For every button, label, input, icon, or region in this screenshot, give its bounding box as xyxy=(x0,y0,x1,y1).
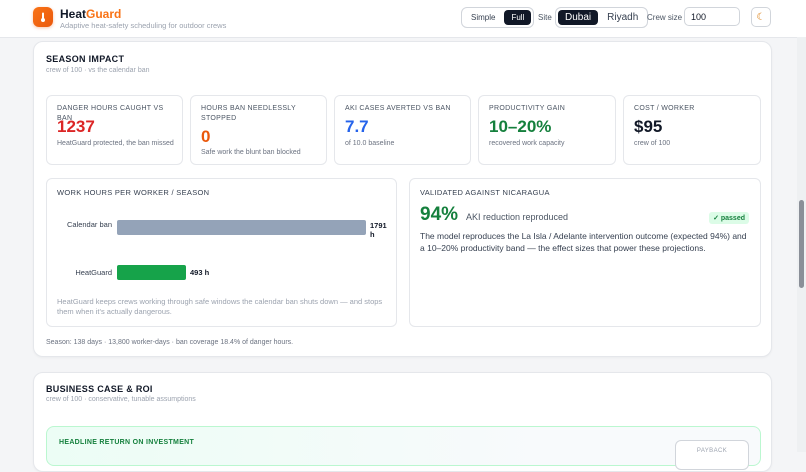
payback-label: PAYBACK xyxy=(696,448,728,454)
section-subtitle: crew of 100 · conservative, tunable assu… xyxy=(46,396,196,403)
crew-size-input[interactable] xyxy=(684,7,740,26)
kpi-note: HeatGuard protected, the ban missed xyxy=(57,140,174,147)
kpi-label: PRODUCTIVITY GAIN xyxy=(489,105,566,112)
kpi-label: COST / WORKER xyxy=(634,105,695,112)
kpi-value: 1237 xyxy=(57,117,95,136)
theme-toggle-button[interactable]: ☾ xyxy=(751,7,771,27)
bar-value-calendar-ban: 1791 h xyxy=(370,221,387,239)
aki-reduction-value: 94% xyxy=(420,204,459,225)
kpi-note: recovered work capacity xyxy=(489,140,565,147)
site-riyadh-option[interactable]: Riyadh xyxy=(600,10,645,25)
season-impact-section: SEASON IMPACT crew of 100 · vs the calen… xyxy=(33,41,772,357)
validation-panel: VALIDATED AGAINST NICARAGUA 94% AKI redu… xyxy=(409,178,761,327)
work-hours-panel: WORK HOURS PER WORKER / SEASON Calendar … xyxy=(46,178,397,327)
aki-reduction-label: AKI reduction reproduced xyxy=(466,212,569,222)
kpi-label: AKI CASES AVERTED VS BAN xyxy=(345,105,451,112)
headline-roi-label: HEADLINE RETURN ON INVESTMENT xyxy=(59,439,195,446)
logo xyxy=(33,7,53,27)
headline-roi-card: HEADLINE RETURN ON INVESTMENT PAYBACK xyxy=(46,426,761,470)
passed-badge: ✓ passed xyxy=(709,212,749,224)
site-label: Site xyxy=(538,13,552,22)
kpi-card-cost-per-worker: COST / WORKER $95 crew of 100 xyxy=(623,95,761,165)
bar-heatguard xyxy=(117,265,186,280)
kpi-value: $95 xyxy=(634,117,663,136)
business-case-section: BUSINESS CASE & ROI crew of 100 · conser… xyxy=(33,372,772,472)
panel-note: HeatGuard keeps crews working through sa… xyxy=(57,297,383,316)
kpi-card-aki-averted: AKI CASES AVERTED VS BAN 7.7 of 10.0 bas… xyxy=(334,95,471,165)
bar-label-heatguard: HeatGuard xyxy=(75,268,112,277)
bar-calendar-ban xyxy=(117,220,366,235)
mode-full-option[interactable]: Full xyxy=(504,10,532,25)
kpi-value: 0 xyxy=(201,127,211,146)
crew-size-label: Crew size xyxy=(647,13,683,22)
section-subtitle: crew of 100 · vs the calendar ban xyxy=(46,67,150,74)
site-dubai-option[interactable]: Dubai xyxy=(558,10,599,25)
kpi-value: 7.7 xyxy=(345,117,369,136)
payback-card: PAYBACK xyxy=(675,440,749,470)
mode-simple-option[interactable]: Simple xyxy=(464,10,502,25)
panel-title: WORK HOURS PER WORKER / SEASON xyxy=(57,188,210,197)
moon-icon: ☾ xyxy=(756,11,766,23)
kpi-value: 10–20% xyxy=(489,117,552,136)
kpi-label: HOURS BAN NEEDLESSLY STOPPED xyxy=(201,105,296,122)
season-footnote: Season: 138 days · 13,800 worker-days · … xyxy=(46,339,294,346)
scrollbar-thumb[interactable] xyxy=(799,200,804,288)
kpi-note: crew of 100 xyxy=(634,140,671,147)
thermometer-icon xyxy=(41,12,45,22)
bar-value-heatguard: 493 h xyxy=(190,268,210,277)
app-tagline: Adaptive heat-safety scheduling for outd… xyxy=(60,21,227,30)
site-toggle: Dubai Riyadh xyxy=(555,7,649,28)
kpi-card-hours-stopped: HOURS BAN NEEDLESSLY STOPPED 0 Safe work… xyxy=(190,95,327,165)
kpi-note: Safe work the blunt ban blocked xyxy=(201,149,301,156)
kpi-card-productivity-gain: PRODUCTIVITY GAIN 10–20% recovered work … xyxy=(478,95,616,165)
section-title: BUSINESS CASE & ROI xyxy=(46,384,153,394)
kpi-note: of 10.0 baseline xyxy=(345,140,395,147)
kpi-card-danger-hours: DANGER HOURS CAUGHT VS BAN 1237 HeatGuar… xyxy=(46,95,183,165)
validation-text: The model reproduces the La Isla / Adela… xyxy=(420,231,747,253)
panel-title: VALIDATED AGAINST NICARAGUA xyxy=(420,188,550,197)
bar-label-calendar-ban: Calendar ban xyxy=(66,220,112,229)
app-title: HeatGuard xyxy=(60,7,122,21)
mode-toggle: Simple Full xyxy=(461,7,535,28)
section-title: SEASON IMPACT xyxy=(46,54,125,64)
app-header: HeatGuard Adaptive heat-safety schedulin… xyxy=(0,0,806,38)
